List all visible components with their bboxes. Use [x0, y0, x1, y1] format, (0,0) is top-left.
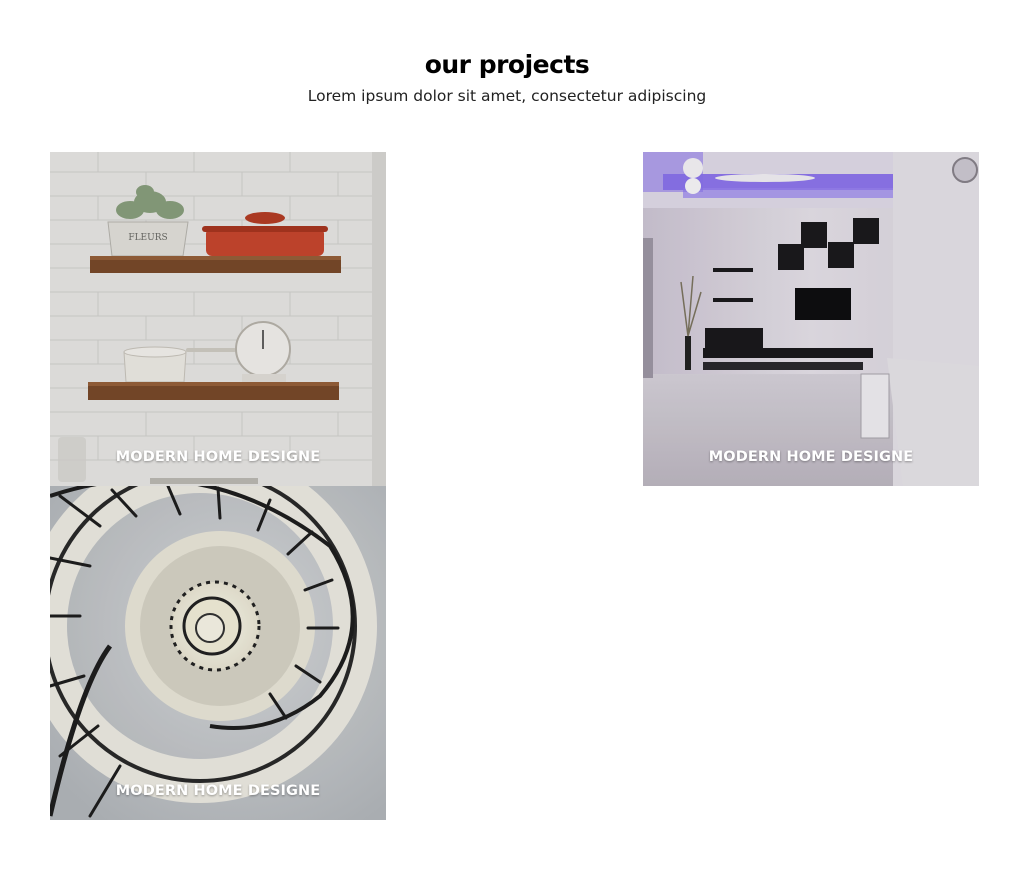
project-card-staircase[interactable]: MODERN HOME DESIGNE [50, 486, 386, 820]
project-image-staircase [50, 486, 386, 820]
project-image-living-room [643, 152, 979, 486]
project-caption: MODERN HOME DESIGNE [708, 449, 914, 465]
project-caption: MODERN HOME DESIGNE [115, 449, 321, 465]
section-header: our projects Lorem ipsum dolor sit amet,… [0, 44, 1014, 106]
project-image-kitchen: FLEURS [50, 152, 386, 486]
project-card-living-room[interactable]: MODERN HOME DESIGNE [643, 152, 979, 486]
project-card-kitchen[interactable]: FLEURS [50, 152, 386, 486]
section-subtitle: Lorem ipsum dolor sit amet, consectetur … [307, 87, 707, 105]
project-caption: MODERN HOME DESIGNE [115, 783, 321, 799]
section-title: our projects [424, 50, 590, 79]
